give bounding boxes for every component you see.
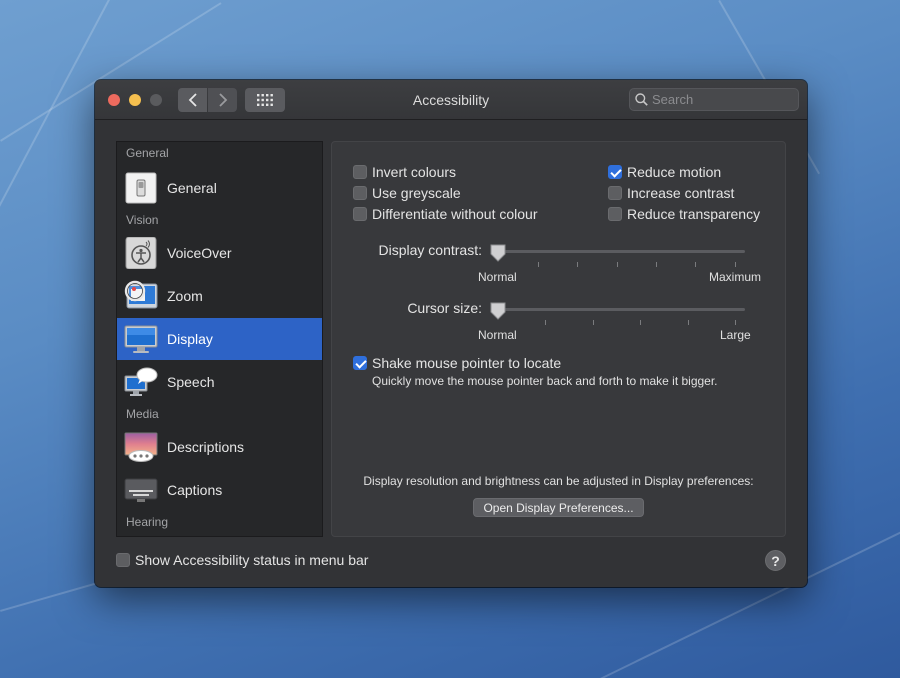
sidebar-item-zoom[interactable]: Zoom (117, 275, 322, 317)
checkbox-label: Show Accessibility status in menu bar (135, 552, 369, 568)
slider-tick (577, 262, 578, 267)
checkbox-label: Increase contrast (627, 185, 735, 201)
checkbox-box-checked[interactable] (608, 165, 622, 179)
sidebar-item-label: Zoom (167, 288, 203, 304)
checkbox-label: Use greyscale (372, 185, 461, 201)
cursor-size-track[interactable] (491, 308, 745, 311)
checkbox-label: Differentiate without colour (372, 206, 538, 222)
speech-icon (124, 367, 158, 396)
checkbox-label: Invert colours (372, 164, 457, 180)
sidebar-item-display[interactable]: Display (117, 318, 322, 360)
slider-tick (545, 320, 546, 325)
title-bar: Accessibility (95, 80, 807, 120)
section-media: Media (126, 407, 159, 421)
checkbox-box[interactable] (608, 207, 622, 221)
search-input[interactable] (652, 91, 792, 108)
slider-tick (656, 262, 657, 267)
checkbox-box[interactable] (608, 186, 622, 200)
display-contrast-track[interactable] (491, 250, 745, 253)
slider-tick (538, 262, 539, 267)
sidebar-item-voiceover[interactable]: VoiceOver (117, 232, 322, 274)
sidebar-item-label: General (167, 180, 217, 196)
reduce-motion-checkbox[interactable]: Reduce motion (608, 164, 721, 180)
cursor-size-thumb[interactable] (490, 302, 506, 320)
sidebar-item-descriptions[interactable]: Descriptions (117, 426, 322, 468)
contrast-min-label: Normal (478, 270, 517, 284)
checkbox-box[interactable] (353, 207, 367, 221)
invert-colours-checkbox[interactable]: Invert colours (353, 164, 456, 180)
descriptions-icon (124, 432, 158, 462)
sidebar-item-label: Speech (167, 374, 215, 390)
slider-tick (593, 320, 594, 325)
slider-tick (735, 262, 736, 267)
checkbox-label: Shake mouse pointer to locate (372, 355, 562, 371)
search-field[interactable] (629, 88, 799, 111)
zoom-icon (124, 280, 158, 309)
display-panel: Invert colours Use greyscale Differentia… (331, 141, 786, 537)
accessibility-window: Accessibility General General Vision (95, 80, 807, 587)
sidebar-item-speech[interactable]: Speech (117, 361, 322, 403)
slider-tick (695, 262, 696, 267)
checkbox-box[interactable] (353, 165, 367, 179)
cursor-min-label: Normal (478, 328, 517, 342)
section-vision: Vision (126, 213, 159, 227)
checkbox-label: Reduce motion (627, 164, 722, 180)
differentiate-without-colour-checkbox[interactable]: Differentiate without colour (353, 206, 538, 222)
cursor-max-label: Large (720, 328, 751, 342)
reduce-transparency-checkbox[interactable]: Reduce transparency (608, 206, 760, 222)
captions-icon (124, 478, 158, 502)
open-display-preferences-button[interactable]: Open Display Preferences... (473, 498, 644, 517)
cursor-size-label: Cursor size: (407, 300, 482, 316)
display-contrast-thumb[interactable] (490, 244, 506, 262)
help-button[interactable]: ? (765, 550, 786, 571)
sidebar-item-label: Display (167, 331, 213, 347)
slider-tick (640, 320, 641, 325)
use-greyscale-checkbox[interactable]: Use greyscale (353, 185, 461, 201)
slider-tick (688, 320, 689, 325)
sidebar-item-label: Descriptions (167, 439, 245, 455)
category-sidebar[interactable]: General General Vision VoiceOver Zoom Di… (116, 141, 323, 537)
sidebar-item-captions[interactable]: Captions (117, 469, 322, 511)
display-icon (124, 325, 158, 353)
resolution-note: Display resolution and brightness can be… (363, 474, 754, 488)
section-general: General (126, 146, 169, 160)
checkbox-label: Reduce transparency (627, 206, 761, 222)
voiceover-icon (125, 237, 157, 269)
sidebar-item-general[interactable]: General (117, 167, 322, 209)
slider-tick (735, 320, 736, 325)
sidebar-item-label: Captions (167, 482, 223, 498)
checkbox-box[interactable] (353, 186, 367, 200)
switch-icon (125, 172, 157, 204)
shake-mouse-pointer-checkbox[interactable]: Shake mouse pointer to locate (353, 355, 561, 371)
shake-description: Quickly move the mouse pointer back and … (372, 374, 718, 388)
increase-contrast-checkbox[interactable]: Increase contrast (608, 185, 734, 201)
slider-tick (617, 262, 618, 267)
display-contrast-label: Display contrast: (378, 242, 482, 258)
show-status-in-menu-bar-checkbox[interactable]: Show Accessibility status in menu bar (116, 552, 368, 568)
checkbox-box[interactable] (116, 553, 130, 567)
checkbox-box-checked[interactable] (353, 356, 367, 370)
search-icon (635, 93, 648, 106)
section-hearing: Hearing (126, 515, 169, 529)
sidebar-item-label: VoiceOver (167, 245, 232, 261)
contrast-max-label: Maximum (709, 270, 762, 284)
